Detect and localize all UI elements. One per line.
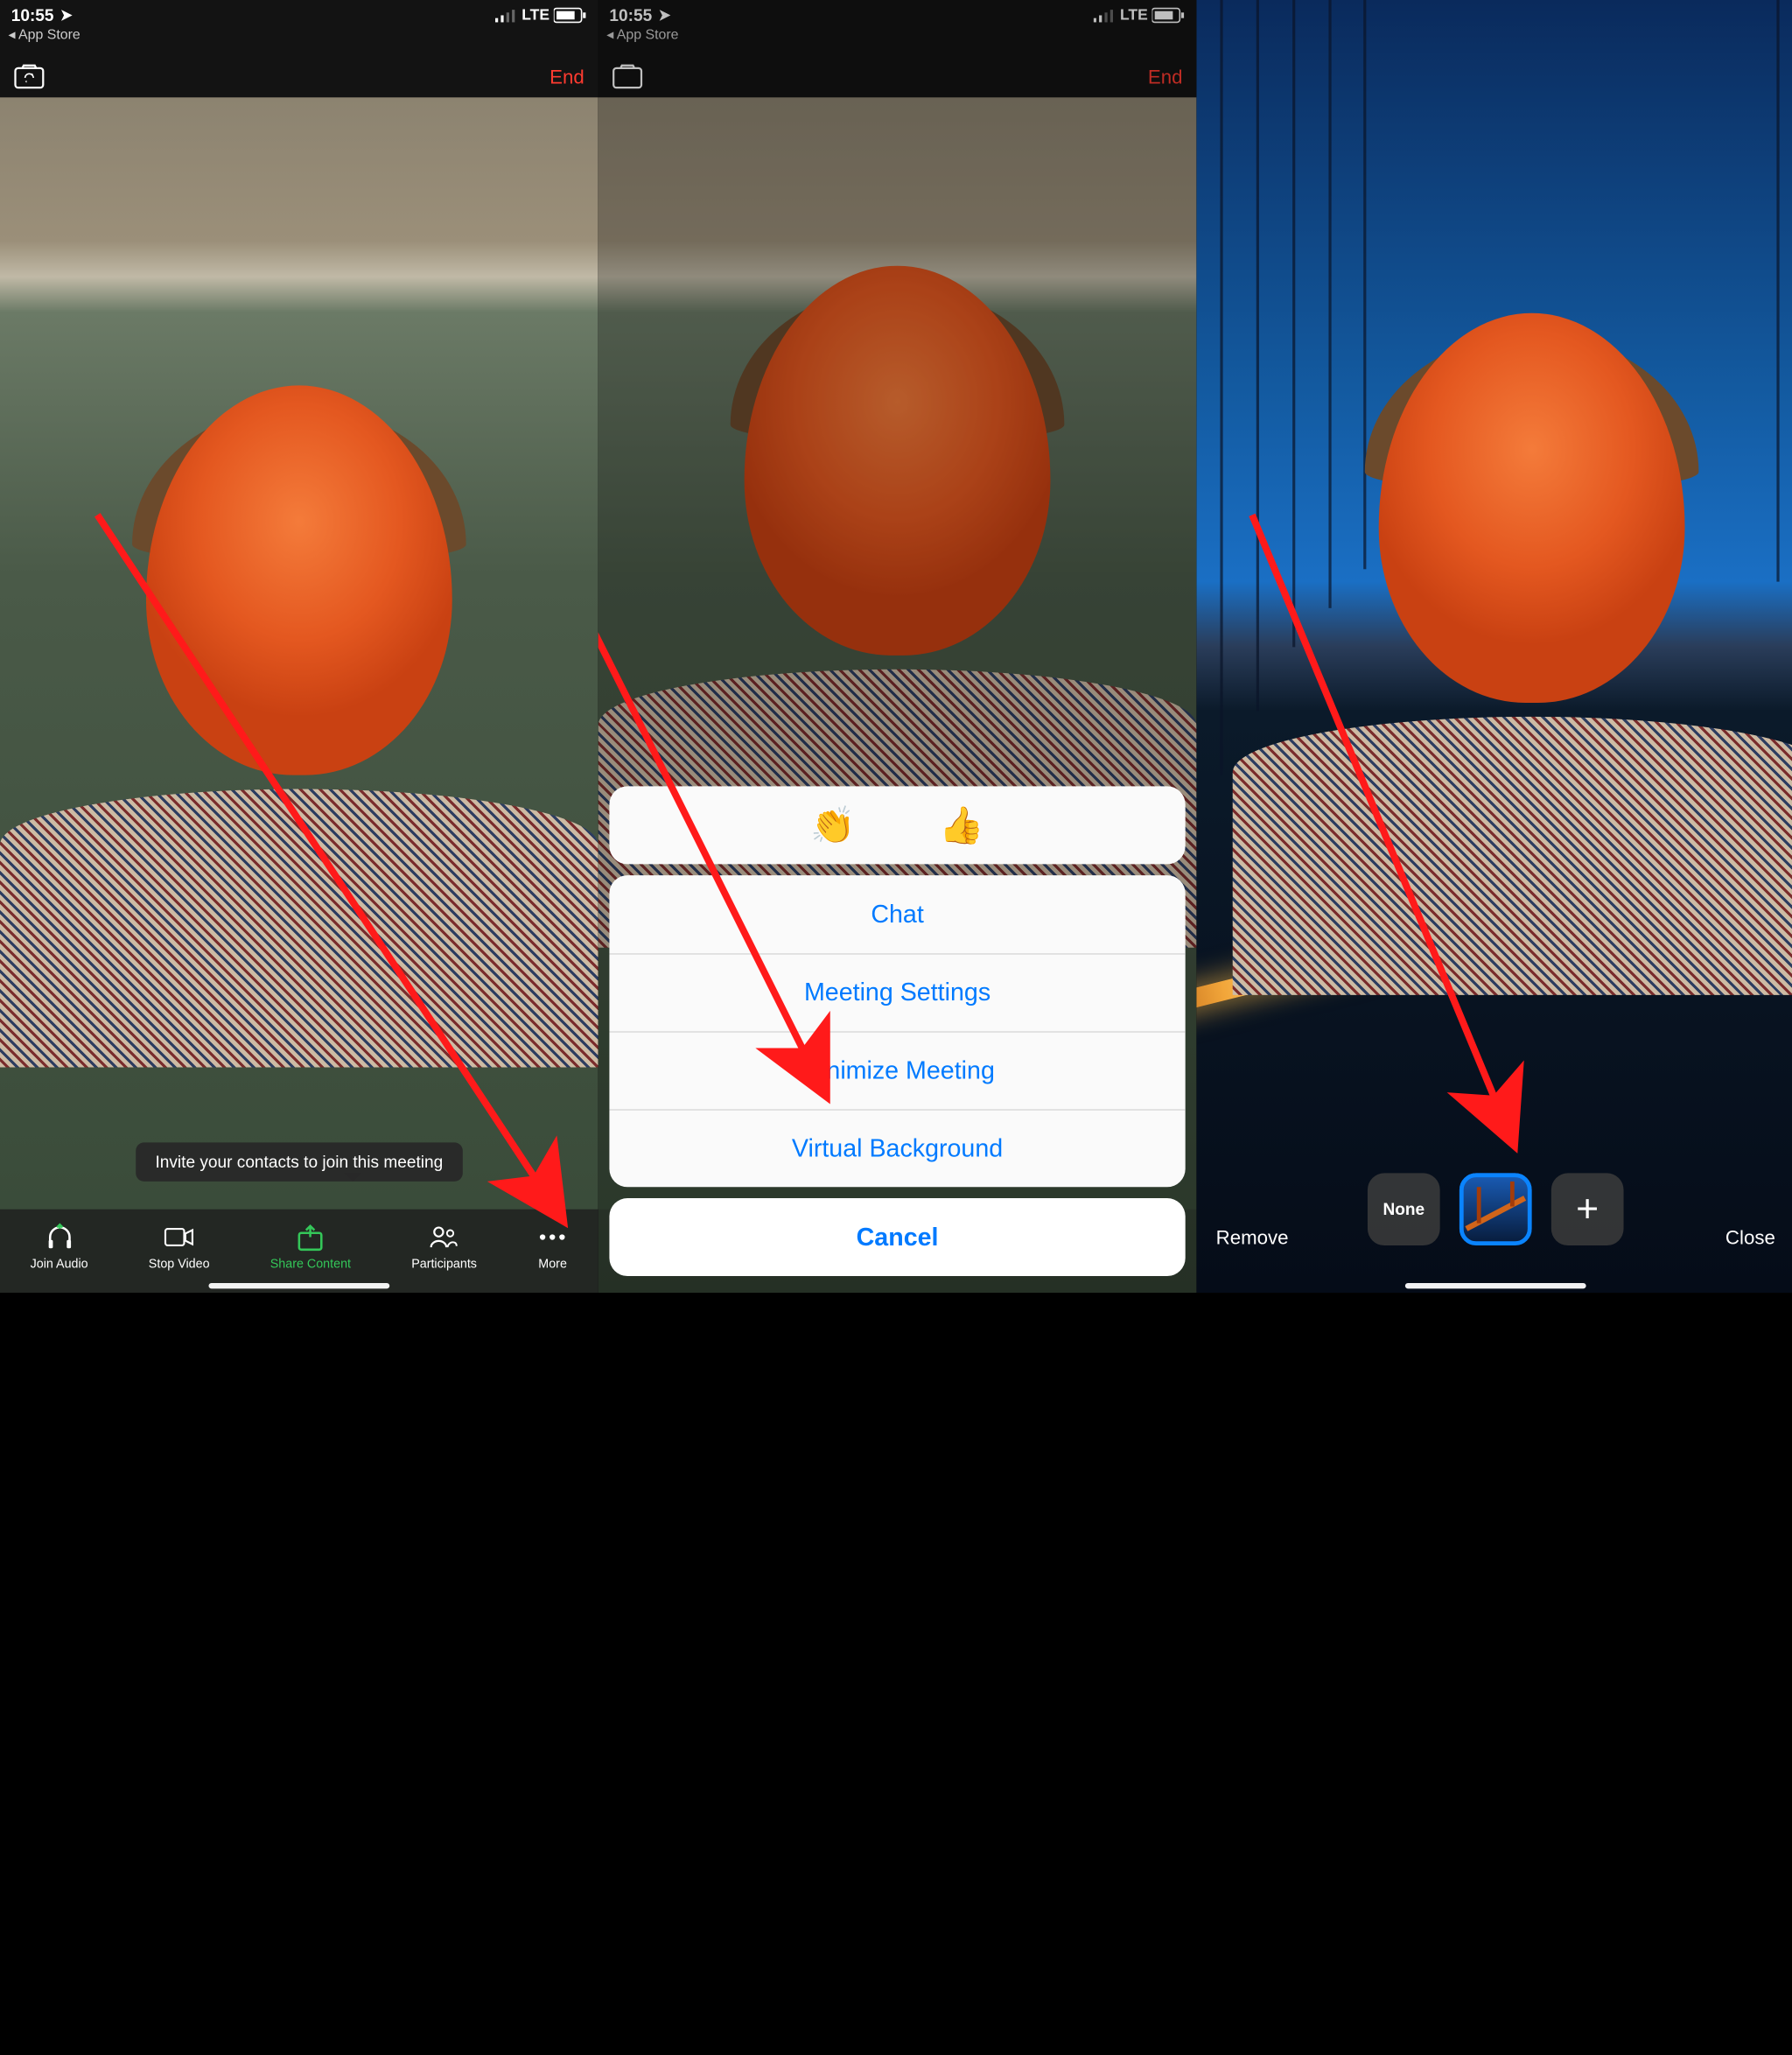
toolbar-more[interactable]: More <box>537 1221 568 1270</box>
toolbar-participants[interactable]: Participants <box>411 1221 477 1270</box>
signal-icon <box>495 9 517 23</box>
status-bar: 10:55 LTE <box>0 0 598 28</box>
reactions-row: 👏 👍 <box>609 786 1185 864</box>
video-self-view-vb <box>1196 0 1792 1293</box>
participants-icon <box>429 1221 459 1252</box>
status-time: 10:55 <box>11 5 54 25</box>
toolbar-share-content[interactable]: Share Content <box>270 1221 351 1270</box>
reaction-clap[interactable]: 👏 <box>810 803 855 846</box>
end-button[interactable]: End <box>550 66 584 88</box>
headphones-icon <box>44 1221 74 1252</box>
toolbar-label: More <box>538 1256 567 1270</box>
sheet-cancel[interactable]: Cancel <box>609 1198 1185 1276</box>
toolbar-label: Participants <box>411 1256 477 1270</box>
vb-remove-button[interactable]: Remove <box>1216 1226 1289 1248</box>
person-face <box>1302 298 1761 994</box>
video-icon <box>164 1221 194 1252</box>
screenshot-2: 10:55 LTE ◂ App Store End Join Audio Sto… <box>598 0 1197 1293</box>
vb-thumb-add[interactable]: + <box>1551 1173 1624 1245</box>
share-icon <box>295 1221 326 1252</box>
sheet-virtual-background[interactable]: Virtual Background <box>609 1109 1185 1187</box>
toolbar-label: Share Content <box>270 1256 351 1270</box>
vb-thumbnails: None + <box>1368 1173 1624 1245</box>
vb-thumb-none[interactable]: None <box>1368 1173 1440 1245</box>
vb-close-button[interactable]: Close <box>1726 1226 1775 1248</box>
toolbar-join-audio[interactable]: Join Audio <box>31 1221 88 1270</box>
action-sheet: 👏 👍 Chat Meeting Settings Minimize Meeti… <box>609 786 1185 1276</box>
switch-camera-icon[interactable] <box>14 64 45 89</box>
person-face <box>70 371 529 1067</box>
meeting-topbar: End <box>0 56 598 98</box>
location-icon <box>60 9 74 23</box>
invite-tooltip: Invite your contacts to join this meetin… <box>136 1142 462 1182</box>
vb-thumb-bridge[interactable] <box>1460 1173 1532 1245</box>
more-icon <box>537 1221 568 1252</box>
toolbar-label: Stop Video <box>149 1256 210 1270</box>
sheet-minimize-meeting[interactable]: Minimize Meeting <box>609 1031 1185 1109</box>
video-self-view <box>0 97 598 1293</box>
sheet-chat[interactable]: Chat <box>609 875 1185 953</box>
battery-icon <box>554 7 587 24</box>
toolbar-stop-video[interactable]: Stop Video <box>149 1221 210 1270</box>
status-network: LTE <box>522 7 550 24</box>
back-to-app[interactable]: ◂ App Store <box>9 28 80 43</box>
meeting-toolbar: Join Audio Stop Video Share Content Part… <box>0 1210 598 1293</box>
reaction-thumbs-up[interactable]: 👍 <box>939 803 984 846</box>
sheet-meeting-settings[interactable]: Meeting Settings <box>609 953 1185 1031</box>
toolbar-label: Join Audio <box>31 1256 88 1270</box>
screenshot-1: 10:55 LTE ◂ App Store End Invite your co… <box>0 0 598 1293</box>
home-indicator[interactable] <box>209 1283 390 1288</box>
screenshot-3: None + Remove Close <box>1196 0 1792 1293</box>
